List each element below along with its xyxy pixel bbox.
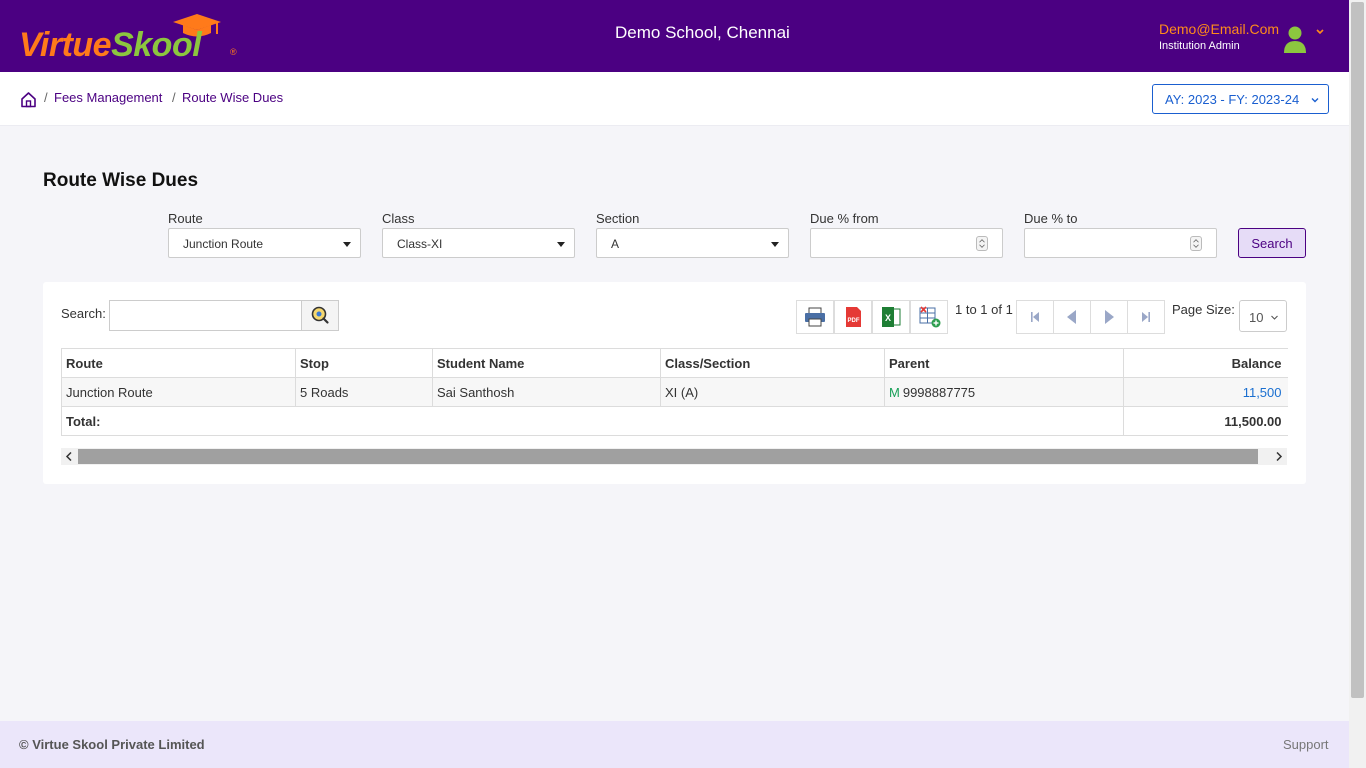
table-row: Junction Route 5 Roads Sai Santhosh XI (… bbox=[61, 377, 1288, 407]
class-label: Class bbox=[382, 211, 415, 226]
first-page-button[interactable] bbox=[1016, 300, 1054, 334]
column-header-student-name[interactable]: Student Name bbox=[432, 348, 661, 378]
caret-down-icon bbox=[771, 242, 779, 247]
due-from-label: Due % from bbox=[810, 211, 879, 226]
breadcrumb-separator: / bbox=[44, 90, 48, 105]
cell-parent: M 9998887775 bbox=[884, 377, 1124, 407]
balance-link[interactable]: 11,500 bbox=[1243, 385, 1282, 400]
logo-part-skool: Skool bbox=[111, 26, 202, 64]
breadcrumb-route-wise-dues: Route Wise Dues bbox=[182, 90, 284, 105]
due-from-input[interactable] bbox=[810, 228, 1003, 258]
route-select[interactable]: Junction Route bbox=[168, 228, 361, 258]
section-select-value: A bbox=[611, 237, 620, 251]
copyright-text: © Virtue Skool Private Limited bbox=[19, 737, 205, 752]
due-to-label: Due % to bbox=[1024, 211, 1078, 226]
column-header-balance[interactable]: Balance bbox=[1123, 348, 1288, 378]
breadcrumb-fees-management[interactable]: Fees Management bbox=[54, 90, 162, 105]
academic-year-selector[interactable]: AY: 2023 - FY: 2023-24 bbox=[1152, 84, 1329, 114]
total-value: 11,500.00 bbox=[1123, 406, 1288, 436]
excel-icon: X bbox=[882, 307, 901, 327]
cell-stop: 5 Roads bbox=[295, 377, 433, 407]
breadcrumb-separator: / bbox=[172, 90, 176, 105]
number-spinner-icon[interactable] bbox=[1190, 236, 1202, 251]
results-card: Search: PDF X 1 to 1 of 1 Page Size: 10 … bbox=[43, 282, 1306, 484]
column-header-stop[interactable]: Stop bbox=[295, 348, 433, 378]
caret-down-icon bbox=[557, 242, 565, 247]
export-excel-button[interactable]: X bbox=[872, 300, 910, 334]
next-page-icon bbox=[1105, 310, 1114, 324]
table-horizontal-scrollbar[interactable] bbox=[61, 448, 1287, 465]
scroll-right-icon[interactable] bbox=[1275, 452, 1283, 461]
column-header-route[interactable]: Route bbox=[61, 348, 296, 378]
print-icon bbox=[805, 307, 825, 327]
cell-balance: 11,500 bbox=[1123, 377, 1288, 407]
page-title: Route Wise Dues bbox=[43, 170, 199, 191]
chevron-down-icon bbox=[1311, 98, 1319, 103]
top-header: VirtueSkool ® Demo School, Chennai Demo@… bbox=[0, 0, 1349, 72]
table-total-row: Total: 11,500.00 bbox=[61, 406, 1288, 436]
academic-year-label: AY: 2023 - FY: 2023-24 bbox=[1165, 91, 1300, 107]
pdf-icon: PDF bbox=[846, 307, 861, 327]
prev-page-button[interactable] bbox=[1053, 300, 1091, 334]
chevron-down-icon[interactable] bbox=[1315, 27, 1325, 37]
user-avatar-icon[interactable] bbox=[1283, 25, 1307, 53]
chevron-down-icon bbox=[1271, 315, 1278, 320]
class-select-value: Class-XI bbox=[397, 237, 443, 251]
parent-mother-badge: M bbox=[889, 384, 900, 400]
route-select-value: Junction Route bbox=[183, 237, 264, 251]
column-header-parent[interactable]: Parent bbox=[884, 348, 1124, 378]
school-name: Demo School, Chennai bbox=[615, 23, 790, 42]
total-label: Total: bbox=[61, 406, 1124, 436]
section-select[interactable]: A bbox=[596, 228, 789, 258]
grid-search-button[interactable] bbox=[301, 300, 339, 331]
page-vertical-scrollbar[interactable] bbox=[1349, 0, 1366, 768]
home-icon[interactable] bbox=[20, 91, 37, 108]
svg-text:PDF: PDF bbox=[848, 318, 860, 324]
column-header-class-section[interactable]: Class/Section bbox=[660, 348, 885, 378]
section-label: Section bbox=[596, 211, 640, 226]
first-page-icon bbox=[1031, 312, 1039, 322]
route-label: Route bbox=[168, 211, 203, 226]
cell-student-name: Sai Santhosh bbox=[432, 377, 661, 407]
export-pdf-button[interactable]: PDF bbox=[834, 300, 872, 334]
table-header-row: Route Stop Student Name Class/Section Pa… bbox=[61, 348, 1288, 378]
export-grid-icon bbox=[919, 306, 941, 328]
cell-route: Junction Route bbox=[61, 377, 296, 407]
next-page-button[interactable] bbox=[1090, 300, 1128, 334]
last-page-button[interactable] bbox=[1127, 300, 1165, 334]
page-size-label: Page Size: bbox=[1172, 302, 1235, 317]
last-page-icon bbox=[1142, 312, 1150, 322]
pager-info: 1 to 1 of 1 bbox=[955, 302, 1013, 317]
search-button[interactable]: Search bbox=[1238, 228, 1306, 258]
caret-down-icon bbox=[343, 242, 351, 247]
route-dues-table: Route Stop Student Name Class/Section Pa… bbox=[61, 348, 1288, 436]
scroll-left-icon[interactable] bbox=[65, 452, 73, 461]
support-link[interactable]: Support bbox=[1283, 737, 1329, 752]
export-grid-button[interactable] bbox=[910, 300, 948, 334]
virtueskool-logo[interactable]: VirtueSkool ® bbox=[19, 14, 241, 65]
number-spinner-icon[interactable] bbox=[976, 236, 988, 251]
svg-text:X: X bbox=[885, 313, 891, 323]
scrollbar-thumb[interactable] bbox=[1351, 2, 1364, 698]
parent-phone: 9998887775 bbox=[902, 384, 976, 400]
footer: © Virtue Skool Private Limited Support bbox=[0, 721, 1349, 768]
user-email[interactable]: Demo@Email.Com bbox=[1159, 21, 1279, 37]
cell-class-section: XI (A) bbox=[660, 377, 885, 407]
prev-page-icon bbox=[1067, 310, 1076, 324]
grid-search-input[interactable] bbox=[109, 300, 302, 331]
page-size-select[interactable]: 10 bbox=[1239, 300, 1287, 332]
search-icon bbox=[311, 306, 329, 324]
class-select[interactable]: Class-XI bbox=[382, 228, 575, 258]
print-button[interactable] bbox=[796, 300, 834, 334]
due-to-input[interactable] bbox=[1024, 228, 1217, 258]
breadcrumb-bar: / Fees Management / Route Wise Dues AY: … bbox=[0, 72, 1349, 126]
page-size-value: 10 bbox=[1249, 310, 1264, 325]
scrollbar-thumb[interactable] bbox=[78, 449, 1258, 464]
logo-part-virtue: Virtue bbox=[19, 26, 112, 64]
user-role: Institution Admin bbox=[1159, 40, 1240, 52]
registered-mark: ® bbox=[230, 47, 237, 57]
grid-search-label: Search: bbox=[61, 306, 106, 321]
logo-wordmark: VirtueSkool bbox=[19, 26, 202, 65]
